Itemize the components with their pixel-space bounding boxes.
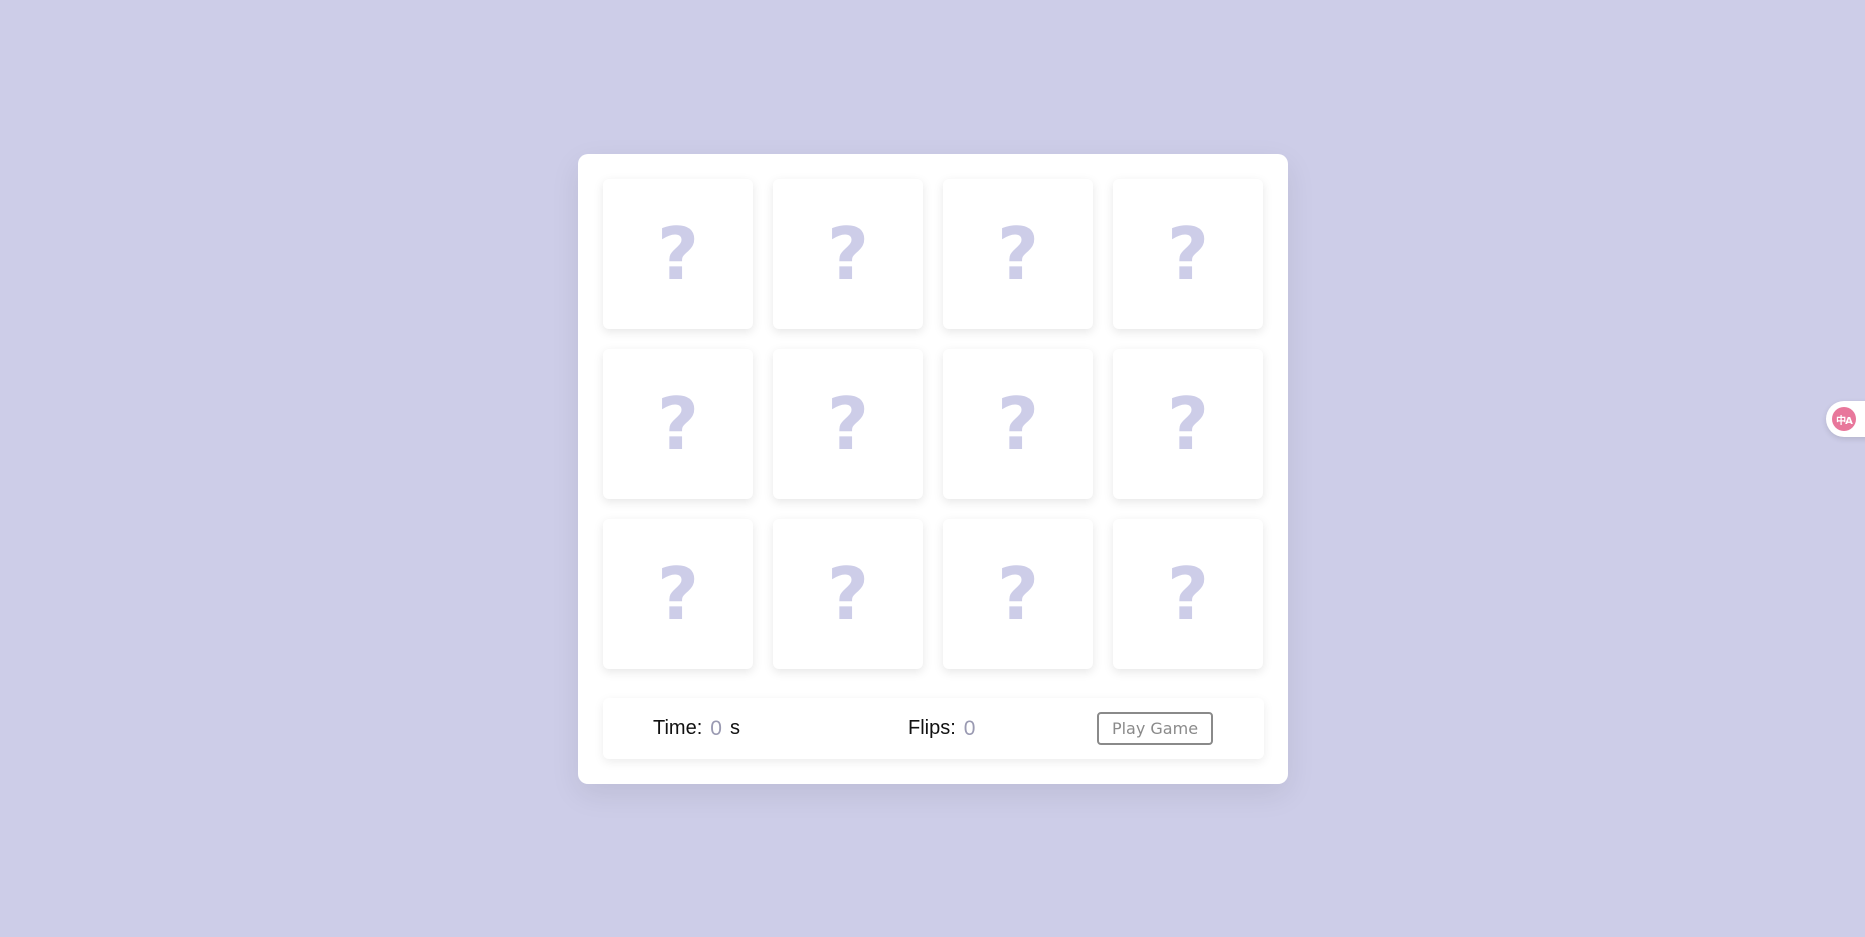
card-7[interactable]: ? bbox=[943, 349, 1093, 499]
translate-widget[interactable]: 中A bbox=[1826, 401, 1865, 437]
question-mark-icon: ? bbox=[997, 382, 1039, 466]
time-value: 0 bbox=[710, 716, 722, 740]
question-mark-icon: ? bbox=[657, 212, 699, 296]
question-mark-icon: ? bbox=[1167, 552, 1209, 636]
time-stat: Time: 0 s bbox=[653, 698, 740, 759]
flips-value: 0 bbox=[963, 716, 976, 740]
card-6[interactable]: ? bbox=[773, 349, 923, 499]
question-mark-icon: ? bbox=[657, 552, 699, 636]
question-mark-icon: ? bbox=[997, 212, 1039, 296]
flips-stat: Flips: 0 bbox=[908, 698, 983, 759]
play-game-button[interactable]: Play Game bbox=[1097, 712, 1213, 745]
game-details-bar: Time: 0 s Flips: 0 Play Game bbox=[603, 698, 1264, 759]
card-10[interactable]: ? bbox=[773, 519, 923, 669]
card-4[interactable]: ? bbox=[1113, 179, 1263, 329]
question-mark-icon: ? bbox=[657, 382, 699, 466]
question-mark-icon: ? bbox=[1167, 382, 1209, 466]
card-8[interactable]: ? bbox=[1113, 349, 1263, 499]
question-mark-icon: ? bbox=[1167, 212, 1209, 296]
card-3[interactable]: ? bbox=[943, 179, 1093, 329]
card-12[interactable]: ? bbox=[1113, 519, 1263, 669]
question-mark-icon: ? bbox=[827, 552, 869, 636]
card-5[interactable]: ? bbox=[603, 349, 753, 499]
time-label: Time: bbox=[653, 717, 703, 739]
card-1[interactable]: ? bbox=[603, 179, 753, 329]
card-grid: ? ? ? ? ? ? ? ? ? ? ? ? bbox=[603, 179, 1264, 673]
flips-label: Flips: bbox=[908, 717, 956, 739]
translate-icon: 中A bbox=[1832, 407, 1856, 431]
card-11[interactable]: ? bbox=[943, 519, 1093, 669]
question-mark-icon: ? bbox=[827, 212, 869, 296]
question-mark-icon: ? bbox=[997, 552, 1039, 636]
card-2[interactable]: ? bbox=[773, 179, 923, 329]
card-9[interactable]: ? bbox=[603, 519, 753, 669]
game-board: ? ? ? ? ? ? ? ? ? ? ? ? Time: 0 s Flips:… bbox=[578, 154, 1288, 784]
question-mark-icon: ? bbox=[827, 382, 869, 466]
time-unit: s bbox=[729, 717, 740, 739]
